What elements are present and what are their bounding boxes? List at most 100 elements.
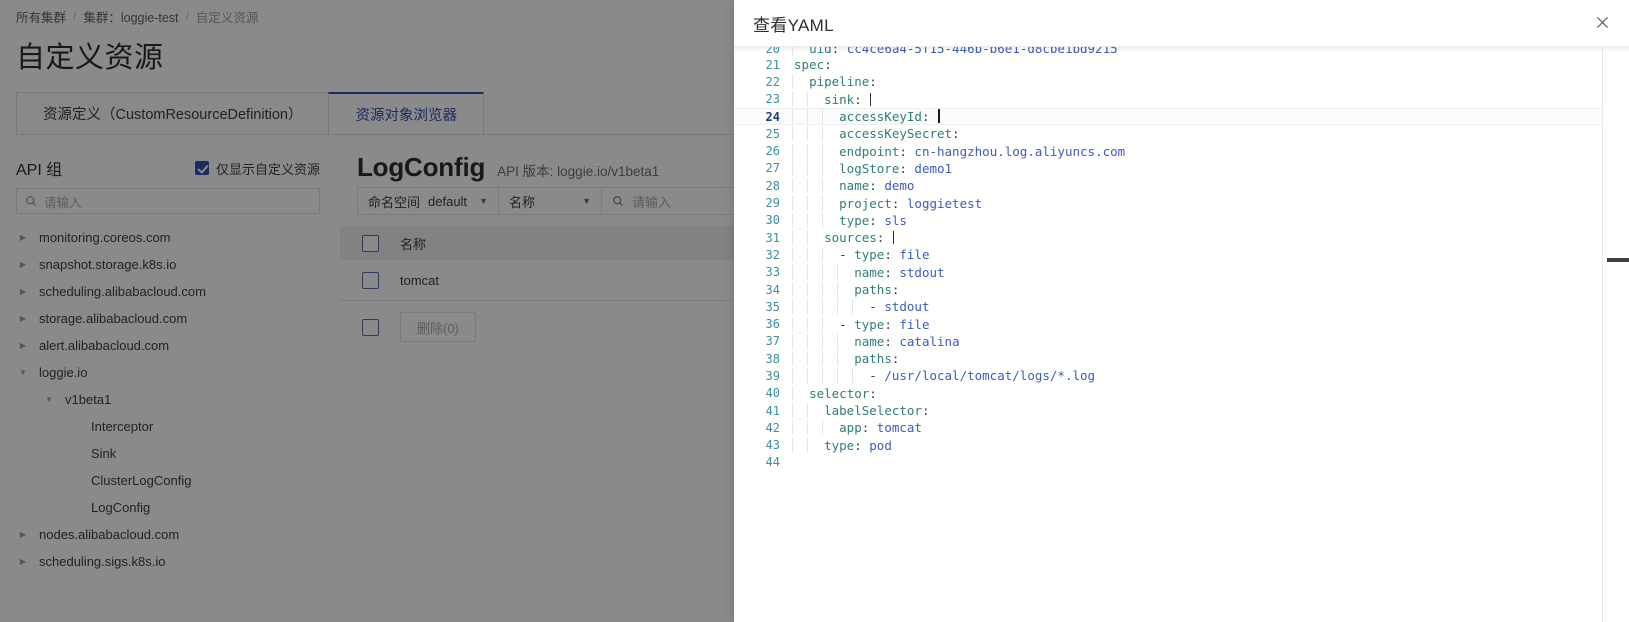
indent-guide bbox=[792, 178, 793, 193]
indent-guide bbox=[792, 420, 793, 435]
yaml-line-number: 27 bbox=[734, 161, 792, 175]
yaml-line-text: pipeline: bbox=[792, 74, 1602, 89]
yaml-line[interactable]: 29 project: loggietest bbox=[734, 194, 1602, 211]
yaml-line[interactable]: 38 paths: bbox=[734, 350, 1602, 367]
yaml-line[interactable]: 21spec: bbox=[734, 56, 1602, 73]
yaml-token: : bbox=[869, 74, 877, 89]
indent-guide bbox=[792, 438, 793, 453]
yaml-line[interactable]: 39 - /usr/local/tomcat/logs/*.log bbox=[734, 367, 1602, 384]
indent-guide bbox=[792, 403, 793, 418]
vertical-scrollbar[interactable] bbox=[1607, 258, 1629, 262]
yaml-line-text: name: stdout bbox=[792, 265, 1602, 280]
yaml-token: : bbox=[899, 144, 907, 159]
yaml-token: - bbox=[869, 368, 884, 383]
yaml-line[interactable]: 26 endpoint: cn-hangzhou.log.aliyuncs.co… bbox=[734, 142, 1602, 159]
indent-guide bbox=[837, 368, 838, 383]
yaml-line-text: paths: bbox=[792, 282, 1602, 297]
indent-guide bbox=[822, 368, 823, 383]
yaml-token: cc4ce6a4-5f15-446b-b6e1-d8cbe1bd9215 bbox=[839, 47, 1117, 56]
yaml-token: selector bbox=[809, 386, 869, 401]
yaml-token: : bbox=[884, 247, 892, 262]
yaml-line[interactable]: 23 sink: bbox=[734, 91, 1602, 108]
yaml-line[interactable]: 30 type: sls bbox=[734, 212, 1602, 229]
yaml-token: stdout bbox=[884, 299, 929, 314]
indent-guide bbox=[792, 47, 793, 56]
yaml-token: project bbox=[839, 196, 892, 211]
indent-guide bbox=[822, 213, 823, 228]
yaml-line-number: 28 bbox=[734, 179, 792, 193]
indent-guide bbox=[807, 299, 808, 314]
yaml-line[interactable]: 35 - stdout bbox=[734, 298, 1602, 315]
indent-guide bbox=[807, 403, 808, 418]
indent-guide bbox=[837, 265, 838, 280]
yaml-line-text: spec: bbox=[792, 57, 1602, 72]
yaml-line[interactable]: 32 - type: file bbox=[734, 246, 1602, 263]
text-cursor bbox=[870, 93, 871, 106]
yaml-token: demo bbox=[877, 178, 915, 193]
yaml-line[interactable]: 37 name: catalina bbox=[734, 333, 1602, 350]
yaml-line[interactable]: 22 pipeline: bbox=[734, 73, 1602, 90]
yaml-line[interactable]: 24 accessKeyId: bbox=[734, 108, 1602, 125]
indent-guide bbox=[807, 109, 808, 124]
yaml-line[interactable]: 44 bbox=[734, 454, 1602, 471]
yaml-token: catalina bbox=[892, 334, 960, 349]
indent-guide bbox=[807, 247, 808, 262]
indent-guide bbox=[807, 230, 808, 245]
yaml-line-text: name: demo bbox=[792, 178, 1602, 193]
yaml-token: type bbox=[839, 213, 869, 228]
view-yaml-drawer: 查看YAML 20 uid: cc4ce6a4-5f15-446b-b6e1-d… bbox=[734, 0, 1629, 622]
yaml-line[interactable]: 42 app: tomcat bbox=[734, 419, 1602, 436]
modal-backdrop[interactable] bbox=[0, 0, 734, 622]
yaml-token: : bbox=[824, 57, 832, 72]
indent-guide bbox=[807, 126, 808, 141]
yaml-token: uid bbox=[809, 47, 832, 56]
yaml-editor[interactable]: 20 uid: cc4ce6a4-5f15-446b-b6e1-d8cbe1bd… bbox=[734, 47, 1629, 622]
indent-guide bbox=[792, 282, 793, 297]
yaml-line-text: accessKeySecret: bbox=[792, 126, 1602, 141]
yaml-line-number: 36 bbox=[734, 317, 792, 331]
yaml-line-text: accessKeyId: bbox=[792, 109, 1602, 124]
indent-guide bbox=[807, 334, 808, 349]
yaml-line-number: 23 bbox=[734, 92, 792, 106]
drawer-title: 查看YAML bbox=[753, 11, 834, 36]
indent-guide bbox=[792, 144, 793, 159]
yaml-line[interactable]: 43 type: pod bbox=[734, 437, 1602, 454]
yaml-line[interactable]: 33 name: stdout bbox=[734, 264, 1602, 281]
yaml-line-number: 30 bbox=[734, 213, 792, 227]
yaml-line-number: 37 bbox=[734, 334, 792, 348]
yaml-token: paths bbox=[854, 282, 892, 297]
yaml-line[interactable]: 40 selector: bbox=[734, 385, 1602, 402]
yaml-code-area[interactable]: 20 uid: cc4ce6a4-5f15-446b-b6e1-d8cbe1bd… bbox=[734, 47, 1602, 622]
yaml-line[interactable]: 41 labelSelector: bbox=[734, 402, 1602, 419]
indent-guide bbox=[792, 230, 793, 245]
yaml-line[interactable]: 36 - type: file bbox=[734, 315, 1602, 332]
yaml-line-number: 21 bbox=[734, 58, 792, 72]
yaml-line[interactable]: 25 accessKeySecret: bbox=[734, 125, 1602, 142]
yaml-line-number: 29 bbox=[734, 196, 792, 210]
indent-guide bbox=[792, 334, 793, 349]
yaml-line[interactable]: 20 uid: cc4ce6a4-5f15-446b-b6e1-d8cbe1bd… bbox=[734, 47, 1602, 56]
yaml-line[interactable]: 31 sources: bbox=[734, 229, 1602, 246]
yaml-line-number: 38 bbox=[734, 352, 792, 366]
indent-guide bbox=[792, 351, 793, 366]
indent-guide bbox=[822, 144, 823, 159]
yaml-token: : bbox=[869, 386, 877, 401]
yaml-token: endpoint bbox=[839, 144, 899, 159]
indent-guide bbox=[807, 420, 808, 435]
yaml-line[interactable]: 27 logStore: demo1 bbox=[734, 160, 1602, 177]
yaml-line-text: name: catalina bbox=[792, 334, 1602, 349]
yaml-line-number: 34 bbox=[734, 283, 792, 297]
close-icon[interactable] bbox=[1589, 9, 1615, 35]
indent-guide bbox=[792, 92, 793, 107]
yaml-line[interactable]: 34 paths: bbox=[734, 281, 1602, 298]
yaml-token: : bbox=[869, 213, 877, 228]
indent-guide bbox=[807, 438, 808, 453]
yaml-line-text: project: loggietest bbox=[792, 196, 1602, 211]
indent-guide bbox=[807, 317, 808, 332]
indent-guide bbox=[792, 126, 793, 141]
yaml-token: : bbox=[884, 334, 892, 349]
indent-guide bbox=[822, 420, 823, 435]
indent-guide bbox=[822, 126, 823, 141]
yaml-line[interactable]: 28 name: demo bbox=[734, 177, 1602, 194]
text-cursor bbox=[893, 231, 894, 244]
